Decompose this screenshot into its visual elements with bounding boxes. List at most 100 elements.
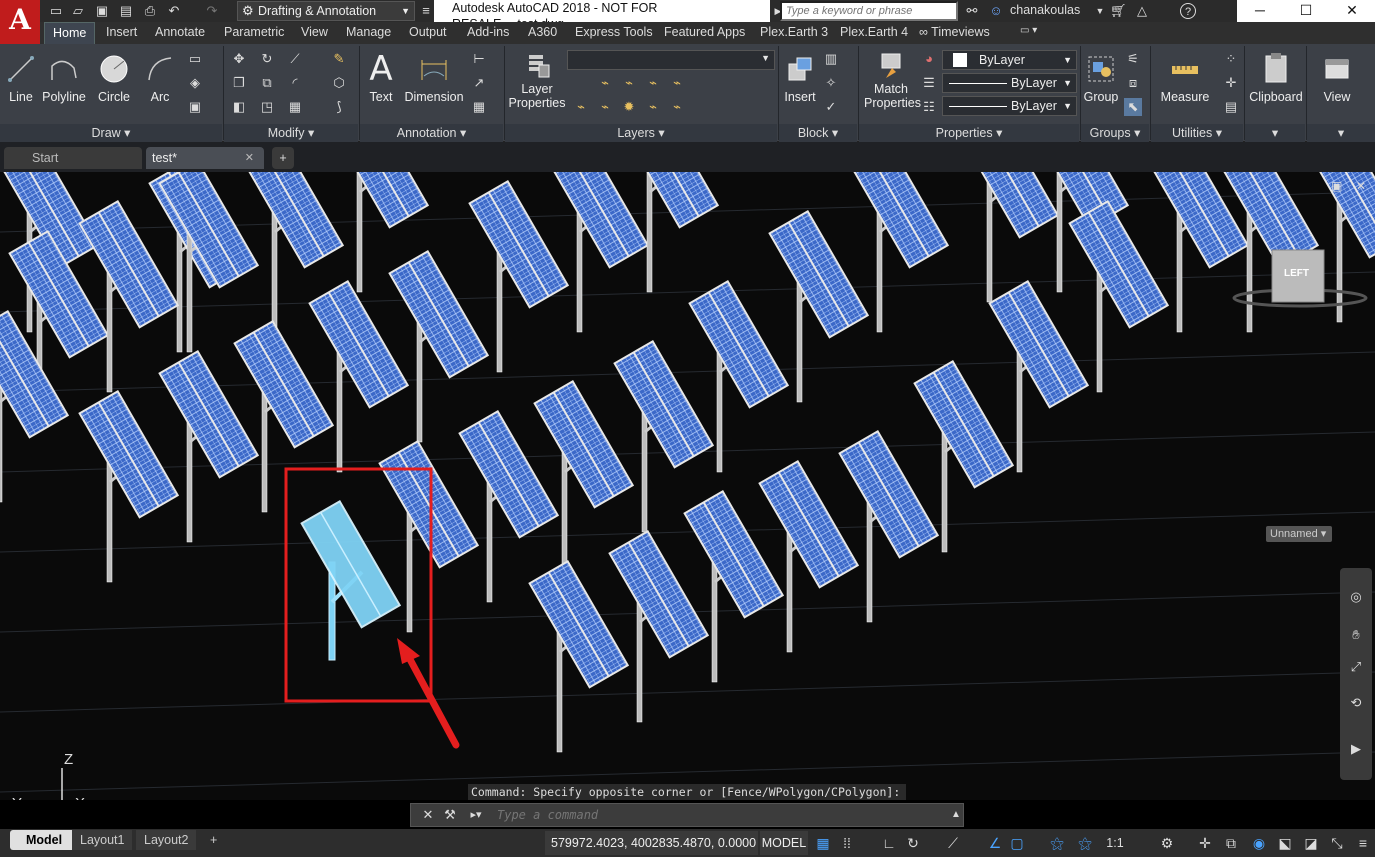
viewport-close-icon[interactable]: ✕ — [1356, 179, 1366, 193]
tab-layout2[interactable]: Layout2 — [136, 830, 197, 850]
layer-tool-icon[interactable]: ⌁ — [620, 74, 638, 92]
object-snap-icon[interactable]: ▢ — [1008, 834, 1026, 852]
qat-menu-icon[interactable]: ≡ — [418, 3, 434, 19]
showmotion-icon[interactable]: ▶ — [1347, 740, 1365, 758]
tab-insert[interactable]: Insert — [106, 25, 137, 39]
tab-featured-apps[interactable]: Featured Apps — [664, 25, 745, 39]
units-icon[interactable]: ⧉ — [1222, 834, 1240, 852]
explode-icon[interactable]: ⬡ — [330, 74, 348, 92]
new-file-icon[interactable]: ▭ — [48, 3, 64, 19]
close-command-icon[interactable]: ✕ — [419, 806, 437, 824]
binoculars-icon[interactable]: ⚯ — [964, 3, 980, 19]
save-as-icon[interactable]: ▤ — [118, 3, 134, 19]
rotate-icon[interactable]: ↻ — [258, 50, 276, 68]
utilities-panel-title[interactable]: Utilities ▾ — [1151, 124, 1243, 142]
named-view-dropdown[interactable]: Unnamed ▾ — [1266, 526, 1332, 542]
copy-icon[interactable]: ❐ — [230, 74, 248, 92]
polyline-button[interactable]: Polyline — [40, 48, 88, 104]
open-file-icon[interactable]: ▱ — [70, 3, 86, 19]
view-panel-title[interactable]: ▾ — [1307, 124, 1375, 142]
ortho-icon[interactable]: ∟ — [880, 834, 898, 852]
plot-icon[interactable]: ⎙ — [142, 3, 158, 19]
id-point-icon[interactable]: ✛ — [1222, 74, 1240, 92]
edit-block-icon[interactable]: ✧ — [822, 74, 840, 92]
layers-panel-title[interactable]: Layers ▾ — [505, 124, 777, 142]
tab-plex-earth-3[interactable]: Plex.Earth 3 — [760, 25, 828, 39]
help-icon[interactable]: ? — [1180, 3, 1196, 19]
layer-tool-icon[interactable]: ⌁ — [668, 74, 686, 92]
region-icon[interactable]: ▣ — [186, 98, 204, 116]
insert-block-button[interactable]: Insert — [782, 48, 818, 104]
block-panel-title[interactable]: Block ▾ — [779, 124, 857, 142]
layer-tool-icon[interactable]: ⌁ — [668, 98, 686, 116]
view-button[interactable]: View — [1312, 48, 1362, 104]
quick-select-icon[interactable]: ⁘ — [1222, 50, 1240, 68]
maximize-button[interactable]: ☐ — [1283, 0, 1329, 22]
workspace-dropdown[interactable]: ⚙ Drafting & Annotation ▼ — [237, 1, 415, 21]
polar-icon[interactable]: ↻ — [904, 834, 922, 852]
color-wheel-icon[interactable]: ◕ — [920, 50, 938, 68]
user-name[interactable]: chanakoulas — [1010, 3, 1080, 17]
tab-parametric[interactable]: Parametric — [224, 25, 284, 39]
tab-test-dwg[interactable]: test* ✕ — [146, 147, 264, 169]
tab-express-tools[interactable]: Express Tools — [575, 25, 653, 39]
measure-button[interactable]: Measure — [1156, 48, 1214, 104]
tab-view[interactable]: View — [301, 25, 328, 39]
stretch-icon[interactable]: ◧ — [230, 98, 248, 116]
undo-icon[interactable]: ↶ — [166, 3, 182, 19]
fullscreen-icon[interactable]: ⤡ — [1328, 834, 1346, 852]
tab-output[interactable]: Output — [409, 25, 447, 39]
cart-icon[interactable]: 🛒︎ — [1110, 3, 1127, 19]
steering-wheel-icon[interactable]: ◎ — [1347, 588, 1365, 606]
viewcube[interactable]: LEFT — [1232, 249, 1368, 308]
group-edit-icon[interactable]: ⧈ — [1124, 74, 1142, 92]
tab-add-ins[interactable]: Add-ins — [467, 25, 509, 39]
group-select-icon[interactable]: ⬉ — [1124, 98, 1142, 116]
fillet-icon[interactable]: ◜ — [286, 74, 304, 92]
zoom-extents-icon[interactable]: ⤢ — [1347, 658, 1365, 676]
tab-start[interactable]: Start — [4, 147, 142, 169]
app-menu-button[interactable]: A — [0, 0, 40, 44]
chevron-down-icon[interactable]: ▼ — [1092, 3, 1108, 19]
tab-home[interactable]: Home — [44, 22, 96, 44]
dimension-button[interactable]: Dimension — [403, 48, 465, 104]
clipboard-button[interactable]: Clipboard — [1248, 48, 1304, 104]
close-tab-icon[interactable]: ✕ — [245, 147, 254, 169]
modify-panel-title[interactable]: Modify ▾ — [224, 124, 358, 142]
command-input[interactable] — [497, 805, 947, 825]
erase-icon[interactable]: ✎ — [330, 50, 348, 68]
isolate-objects-icon[interactable]: ◉ — [1250, 834, 1268, 852]
draw-panel-title[interactable]: Draw ▾ — [0, 124, 222, 142]
customization-menu-icon[interactable]: ≡ — [1354, 834, 1372, 852]
close-button[interactable]: ✕ — [1329, 0, 1375, 22]
model-space-canvas[interactable]: Z X Y LEFT ▣ ✕ — [0, 172, 1375, 800]
search-input[interactable] — [780, 1, 958, 21]
linetype-dropdown[interactable]: ByLayer ▼ — [942, 73, 1077, 93]
block-attribute-icon[interactable]: ✓ — [822, 98, 840, 116]
selected-solar-panel[interactable] — [300, 499, 402, 661]
circle-button[interactable]: Circle — [96, 48, 132, 104]
linear-dim-icon[interactable]: ⊢ — [470, 50, 488, 68]
command-history-toggle-icon[interactable]: ▲ — [947, 806, 965, 824]
viewport-restore-icon[interactable]: ▣ — [1331, 179, 1342, 193]
color-dropdown[interactable]: ByLayer ▼ — [942, 50, 1077, 70]
user-icon[interactable]: ☺ — [988, 3, 1004, 19]
array-icon[interactable]: ▦ — [286, 98, 304, 116]
table-icon[interactable]: ▦ — [470, 98, 488, 116]
add-layout-button[interactable]: + — [202, 830, 225, 850]
layer-tool-icon[interactable]: ⌁ — [596, 98, 614, 116]
tab-model[interactable]: Model — [10, 830, 79, 850]
isodraft-icon[interactable]: ⟋ — [944, 834, 962, 852]
layer-tool-icon[interactable]: ⌁ — [644, 98, 662, 116]
groups-panel-title[interactable]: Groups ▾ — [1081, 124, 1149, 142]
tab-timeviews[interactable]: ∞ Timeviews — [919, 25, 990, 39]
leader-icon[interactable]: ↗ — [470, 74, 488, 92]
workspace-gear-icon[interactable]: ⚙ — [1158, 834, 1176, 852]
tab-manage[interactable]: Manage — [346, 25, 391, 39]
lineweight-dropdown[interactable]: ByLayer ▼ — [942, 96, 1077, 116]
model-space-toggle[interactable]: MODEL — [760, 831, 808, 855]
command-prompt-icon[interactable]: ▸▾ — [467, 806, 485, 824]
snap-icon[interactable]: ⁞⁞ — [838, 834, 856, 852]
auto-scale-icon[interactable]: ⚝ — [1076, 834, 1094, 852]
move-icon[interactable]: ✥ — [230, 50, 248, 68]
